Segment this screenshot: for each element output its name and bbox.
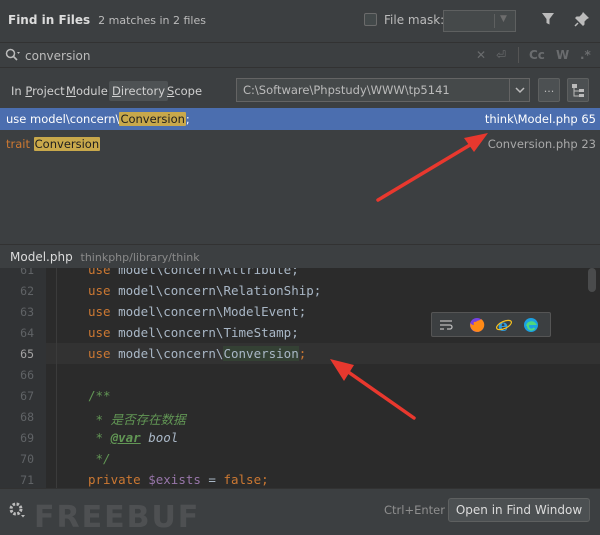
match-case-toggle[interactable]: Cc [529, 48, 545, 62]
edge-icon[interactable] [522, 316, 540, 337]
result-location: think\Model.php 65 [484, 112, 596, 126]
new-line-icon[interactable]: ⏎ [496, 48, 506, 62]
scrollbar[interactable] [588, 268, 596, 292]
line-number: 71 [20, 473, 34, 487]
result-row[interactable]: use model\concern\Conversion; think\Mode… [0, 108, 600, 130]
results-list: use model\concern\Conversion; think\Mode… [0, 108, 600, 242]
regex-toggle[interactable]: .* [580, 48, 591, 62]
chevron-down-icon [514, 84, 526, 99]
tab-module[interactable]: Module [63, 81, 111, 101]
code-line: use model\concern\TimeStamp; [88, 325, 299, 340]
code-line: use model\concern\RelationShip; [88, 283, 322, 298]
preview-path-bar: Model.php thinkphp/library/think [0, 244, 600, 268]
code-line: use model\concern\Attribute; [88, 268, 299, 277]
svg-text:e: e [498, 316, 508, 334]
line-number: 62 [20, 284, 34, 298]
code-preview[interactable]: 61 use model\concern\Attribute; 62 use m… [0, 268, 600, 488]
file-mask-combo[interactable]: ▼ [443, 10, 516, 32]
result-suffix: ; [185, 112, 190, 126]
code-line: /** [88, 388, 111, 403]
line-number: 65 [20, 347, 34, 361]
line-number: 64 [20, 326, 34, 340]
firefox-icon[interactable] [468, 316, 486, 337]
code-line: * @var bool [88, 430, 179, 445]
code-line: private $exists = false; [88, 472, 269, 487]
pin-icon[interactable] [574, 11, 590, 30]
dialog-title: Find in Files [8, 13, 91, 27]
open-in-find-window-button[interactable]: Open in Find Window [448, 498, 590, 522]
tab-directory[interactable]: Directory [109, 81, 169, 101]
line-number: 66 [20, 368, 34, 382]
file-mask-label: File mask: [384, 13, 445, 27]
browser-popup: e [431, 312, 551, 337]
directory-combo[interactable]: C:\Software\Phpstudy\WWW\tp5141 [236, 78, 530, 102]
gear-icon[interactable] [8, 501, 26, 522]
line-number: 63 [20, 305, 34, 319]
tab-scope[interactable]: Scope [164, 81, 205, 101]
line-number: 67 [20, 389, 34, 403]
ie-icon[interactable]: e [495, 316, 513, 337]
result-text: trait [6, 137, 34, 151]
filter-icon[interactable] [541, 12, 555, 29]
shortcut-hint: Ctrl+Enter [384, 503, 445, 517]
browse-button[interactable]: ... [538, 78, 560, 102]
code-line: */ [88, 451, 111, 466]
annotation-arrow-icon [330, 359, 416, 420]
match-count: 2 matches in 2 files [98, 13, 206, 27]
result-location: Conversion.php 23 [487, 137, 596, 151]
search-row: ✕ ⏎ Cc W .* [0, 42, 600, 68]
result-row[interactable]: trait Conversion Conversion.php 23 [0, 133, 600, 155]
tab-in-project[interactable]: In Project [8, 81, 68, 101]
search-icon [5, 48, 21, 65]
match-highlight: Conversion [119, 112, 186, 126]
result-text: use model\concern\ [6, 112, 120, 126]
code-line: use model\concern\ModelEvent; [88, 304, 307, 319]
line-number: 61 [20, 268, 34, 277]
match-highlight: Conversion [33, 137, 101, 151]
preview-file-name: Model.php [10, 250, 73, 264]
wrap-lines-icon[interactable] [438, 317, 454, 336]
preview-file-path: thinkphp/library/think [80, 251, 200, 264]
search-input[interactable] [25, 47, 465, 65]
clear-icon[interactable]: ✕ [476, 48, 486, 62]
line-number: 68 [20, 410, 34, 424]
directory-value: C:\Software\Phpstudy\WWW\tp5141 [243, 83, 450, 97]
words-toggle[interactable]: W [556, 48, 569, 62]
tree-structure-icon[interactable] [567, 78, 589, 102]
file-mask-checkbox[interactable] [364, 13, 377, 26]
line-number: 69 [20, 431, 34, 445]
line-number: 70 [20, 452, 34, 466]
code-line: * 是否存在数据 [88, 412, 186, 427]
code-line: use model\concern\Conversion; [88, 346, 307, 361]
annotation-arrow-icon [376, 133, 488, 202]
chevron-down-icon: ▼ [500, 14, 507, 24]
